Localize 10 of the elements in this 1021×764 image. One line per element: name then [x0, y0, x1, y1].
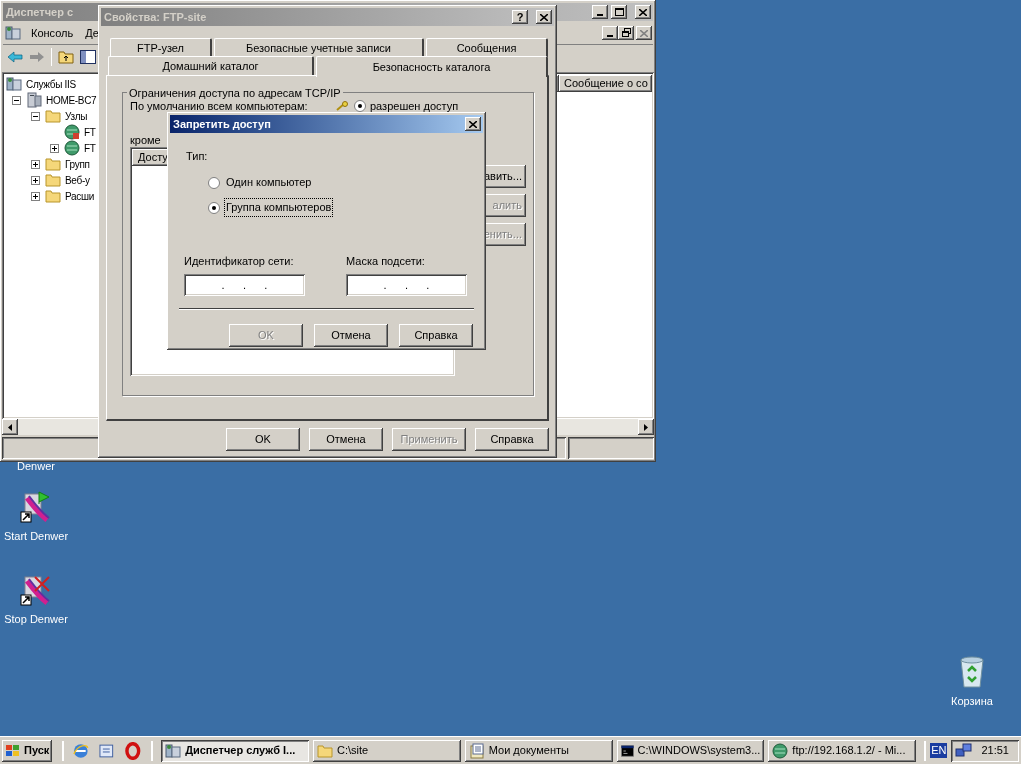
window-title: Свойства: FTP-site	[104, 9, 207, 25]
window-title: Запретить доступ	[173, 116, 271, 132]
window-title: Диспетчер с	[6, 4, 74, 20]
except-label: кроме	[130, 133, 162, 146]
field-label: Маска подсети:	[346, 253, 426, 269]
radio-label: разрешен доступ	[370, 100, 459, 112]
field-label: Идентификатор сети:	[184, 253, 295, 269]
type-label: Тип:	[186, 149, 209, 164]
clock: 21:51	[981, 743, 1010, 759]
default-access-label: По умолчанию всем компьютерам:	[130, 100, 309, 112]
